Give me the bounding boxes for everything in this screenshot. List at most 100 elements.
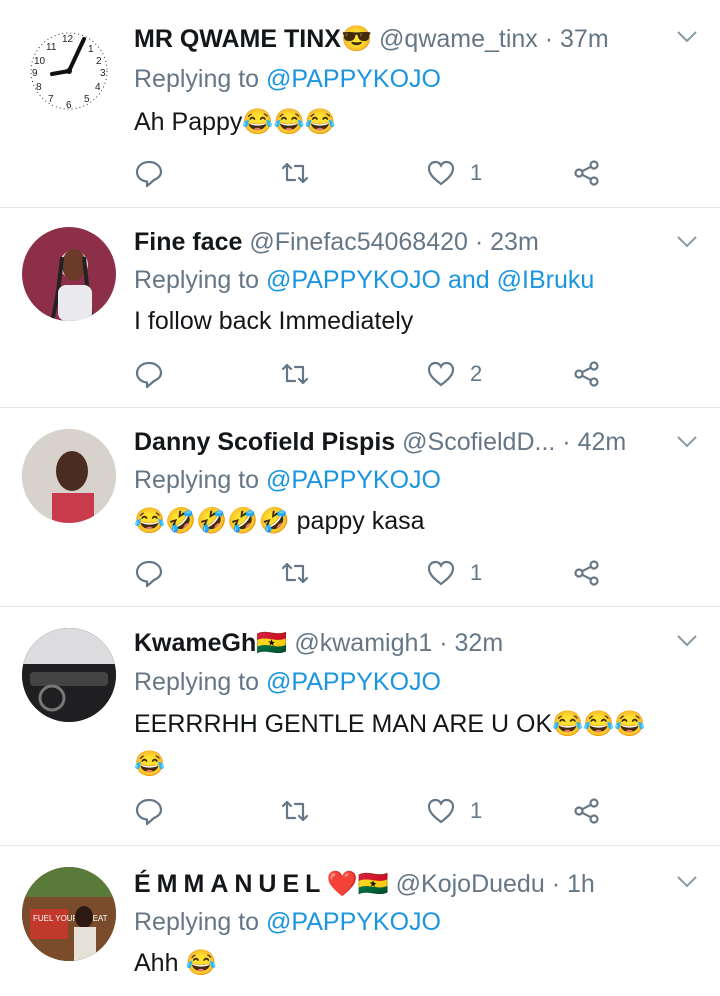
tweet-header: KwameGh🇬🇭 @kwamigh1 · 32m	[134, 629, 504, 657]
ghana-flag-emoji: 🇬🇭	[256, 629, 288, 657]
name-emoji: 😎	[340, 25, 373, 53]
display-name[interactable]: Fine face	[134, 228, 242, 256]
display-name[interactable]: MR QWAME TINX	[134, 25, 341, 53]
avatar[interactable]	[22, 628, 116, 722]
tweet[interactable]: Fine face @Finefac54068420 · 23m Replyin…	[0, 207, 720, 408]
share-button[interactable]	[572, 357, 602, 391]
like-button[interactable]: 1	[426, 156, 482, 190]
tweet[interactable]: FUEL YOUR GREAT ÉMMANUEL❤️🇬🇭 @KojoDuedu …	[0, 845, 720, 996]
rofl-emoji: 🤣	[165, 507, 197, 535]
chevron-down-icon[interactable]	[676, 875, 698, 889]
reply-icon	[135, 361, 163, 389]
share-icon	[574, 560, 599, 586]
share-icon	[574, 798, 599, 824]
like-icon	[427, 560, 455, 586]
laughing-emoji: 😂	[552, 710, 584, 738]
svg-text:10: 10	[34, 56, 46, 67]
replying-to: Replying to @PAPPYKOJO	[134, 668, 441, 696]
user-handle[interactable]: @ScofieldD...	[402, 428, 555, 456]
avatar[interactable]	[22, 227, 116, 321]
svg-text:6: 6	[66, 100, 72, 111]
svg-text:3: 3	[100, 68, 106, 79]
laughing-emoji: 😂	[134, 507, 166, 535]
share-icon	[574, 160, 599, 186]
user-handle[interactable]: @Finefac54068420	[249, 228, 468, 256]
avatar-photo-icon	[22, 429, 116, 523]
retweet-button[interactable]	[280, 794, 310, 828]
like-button[interactable]: 2	[426, 357, 482, 391]
svg-text:2: 2	[96, 56, 102, 67]
chevron-down-icon[interactable]	[676, 634, 698, 648]
timestamp[interactable]: 32m	[455, 629, 504, 657]
display-name[interactable]: Danny Scofield Pispis	[134, 428, 395, 456]
tweet[interactable]: KwameGh🇬🇭 @kwamigh1 · 32m Replying to @P…	[0, 606, 720, 846]
svg-text:8: 8	[36, 82, 42, 93]
mention-link[interactable]: @PAPPYKOJO	[266, 908, 441, 936]
timestamp[interactable]: 23m	[490, 228, 539, 256]
replying-to: Replying to @PAPPYKOJO	[134, 65, 441, 93]
tweet[interactable]: 12 1 2 345 678 9 10 11 MR QWAME TINX😎 @qwame…	[0, 0, 720, 208]
like-button[interactable]: 1	[426, 794, 482, 828]
user-handle[interactable]: @qwame_tinx	[379, 25, 538, 53]
svg-text:1: 1	[88, 44, 94, 55]
tweet-text: I follow back Immediately	[134, 307, 414, 335]
replying-to: Replying to @PAPPYKOJO	[134, 908, 441, 936]
replying-to: Replying to @PAPPYKOJO	[134, 466, 441, 494]
like-count: 1	[470, 560, 483, 585]
reply-icon	[135, 160, 163, 188]
like-count: 1	[470, 160, 483, 185]
tweet[interactable]: Danny Scofield Pispis @ScofieldD... · 42…	[0, 407, 720, 607]
mention-link[interactable]: @PAPPYKOJO	[266, 65, 441, 93]
avatar-photo-icon: FUEL YOUR GREAT	[22, 867, 116, 961]
avatar-sign-text: FUEL YOUR GREAT	[33, 914, 108, 923]
timestamp[interactable]: 37m	[560, 25, 609, 53]
avatar[interactable]: 12 1 2 345 678 9 10 11	[22, 24, 116, 118]
laughing-emoji: 😂	[185, 949, 217, 977]
laughing-emoji: 😂	[583, 710, 615, 738]
mention-link[interactable]: @PAPPYKOJO	[266, 466, 441, 494]
tweet-actions: 2	[134, 357, 614, 391]
display-name[interactable]: ÉMMANUEL	[134, 870, 326, 898]
tweet-text: Ah Pappy😂😂😂	[134, 108, 336, 136]
retweet-button[interactable]	[280, 357, 310, 391]
share-button[interactable]	[572, 794, 602, 828]
avatar[interactable]	[22, 429, 116, 523]
mention-link[interactable]: @PAPPYKOJO	[266, 266, 441, 294]
display-name[interactable]: KwameGh	[134, 629, 256, 657]
avatar-photo-icon	[50, 249, 94, 321]
user-handle[interactable]: @kwamigh1	[294, 629, 432, 657]
timestamp[interactable]: 1h	[567, 870, 595, 898]
like-count: 1	[470, 798, 483, 823]
svg-text:12: 12	[62, 34, 74, 45]
retweet-button[interactable]	[280, 156, 310, 190]
like-icon	[427, 798, 455, 824]
laughing-emoji: 😂	[242, 108, 274, 136]
laughing-emoji: 😂	[273, 108, 305, 136]
share-button[interactable]	[572, 156, 602, 190]
chevron-down-icon[interactable]	[676, 435, 698, 449]
retweet-button[interactable]	[280, 556, 310, 590]
user-handle[interactable]: @KojoDuedu	[396, 870, 545, 898]
rofl-emoji: 🤣	[227, 507, 259, 535]
reply-button[interactable]	[134, 357, 164, 391]
mention-link[interactable]: @PAPPYKOJO	[266, 668, 441, 696]
share-button[interactable]	[572, 556, 602, 590]
like-icon	[427, 160, 455, 186]
tweet-text: 😂🤣🤣🤣🤣 pappy kasa	[134, 507, 425, 535]
like-button[interactable]: 1	[426, 556, 482, 590]
reply-button[interactable]	[134, 156, 164, 190]
tweet-text: Ahh 😂	[134, 949, 217, 977]
chevron-down-icon[interactable]	[676, 30, 698, 44]
tweet-header: MR QWAME TINX😎 @qwame_tinx · 37m	[134, 25, 609, 53]
svg-text:4: 4	[95, 82, 101, 93]
svg-text:9: 9	[32, 68, 38, 79]
reply-button[interactable]	[134, 556, 164, 590]
avatar[interactable]: FUEL YOUR GREAT	[22, 867, 116, 961]
like-count: 2	[470, 361, 483, 386]
chevron-down-icon[interactable]	[676, 235, 698, 249]
mention-link[interactable]: @IBruku	[497, 266, 595, 294]
timestamp[interactable]: 42m	[578, 428, 627, 456]
tweet-actions: 1	[134, 156, 614, 190]
reply-button[interactable]	[134, 794, 164, 828]
svg-text:11: 11	[46, 42, 57, 53]
